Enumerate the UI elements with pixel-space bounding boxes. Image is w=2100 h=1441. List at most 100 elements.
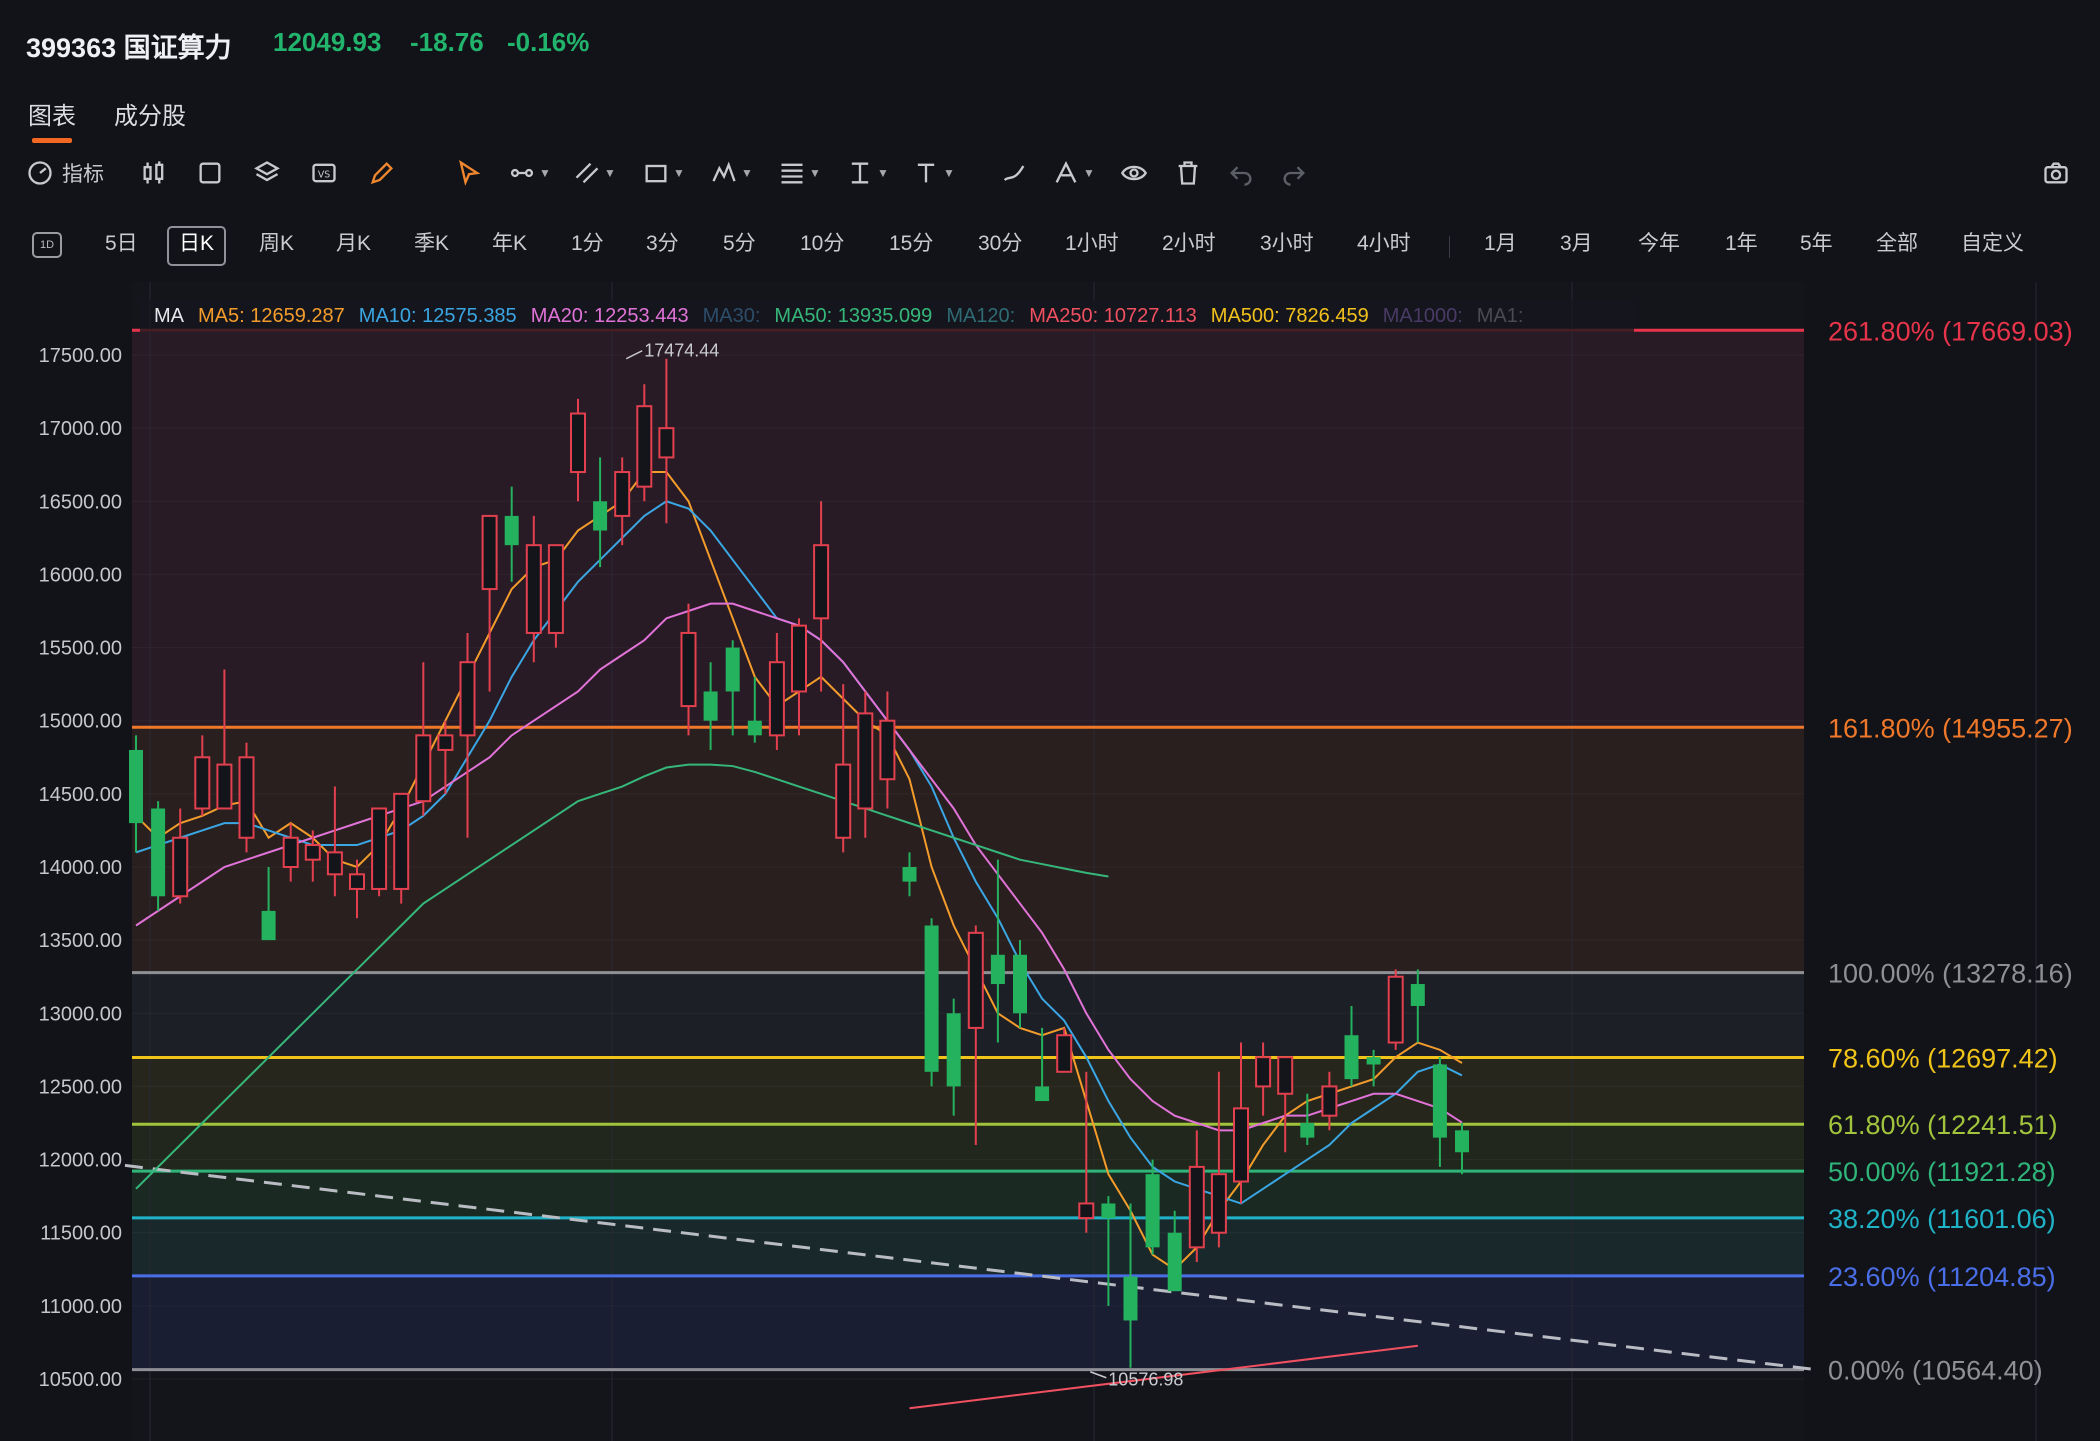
candle-body bbox=[813, 544, 830, 620]
candle-body bbox=[1344, 1035, 1359, 1080]
indicator-label: 指标 bbox=[62, 163, 104, 186]
candle-body bbox=[547, 544, 564, 634]
ticker-change: -18.76 bbox=[410, 27, 484, 57]
candle-body bbox=[1101, 1203, 1116, 1219]
candle-body bbox=[658, 427, 675, 459]
period-5d[interactable]: 5日 bbox=[95, 226, 148, 262]
ma-legend-item[interactable]: MA500: 7826.459 bbox=[1211, 305, 1369, 328]
period-monthly[interactable]: 月K bbox=[326, 226, 381, 262]
y-tick-label: 13000.00 bbox=[39, 1003, 122, 1025]
delete-button[interactable] bbox=[1174, 158, 1202, 188]
price-chart[interactable]: 261.80% (17669.03) 161.80% (14955.27) 100.… bbox=[0, 282, 2100, 1441]
low-annotation: 10576.98 bbox=[1108, 1370, 1183, 1390]
period-range-custom[interactable]: 自定义 bbox=[1951, 226, 2034, 262]
period-daily[interactable]: 日K bbox=[167, 226, 227, 266]
y-tick-label: 10500.00 bbox=[39, 1369, 122, 1391]
line-tool-icon bbox=[510, 168, 534, 178]
cursor-button[interactable] bbox=[455, 158, 483, 188]
ma-legend-item[interactable]: MA30: bbox=[703, 305, 761, 328]
tab-constituents[interactable]: 成分股 bbox=[114, 96, 186, 131]
compare-button[interactable]: VS bbox=[310, 158, 338, 188]
indicator-button[interactable]: 指标 bbox=[26, 158, 104, 188]
period-settings-icon[interactable]: 1D bbox=[32, 232, 62, 258]
period-10min[interactable]: 10分 bbox=[790, 226, 854, 262]
layers-button[interactable] bbox=[253, 158, 281, 188]
period-quarterly[interactable]: 季K bbox=[404, 226, 459, 262]
ma-legend-item[interactable]: MA250: 10727.113 bbox=[1029, 305, 1197, 328]
candle bbox=[151, 801, 166, 911]
candle-body bbox=[857, 712, 874, 810]
period-range-5y[interactable]: 5年 bbox=[1790, 226, 1843, 262]
shape-button[interactable]: ▼ bbox=[642, 158, 685, 188]
tab-chart[interactable]: 图表 bbox=[28, 96, 76, 143]
visibility-button[interactable] bbox=[1120, 158, 1148, 188]
candle-body bbox=[1210, 1173, 1227, 1234]
period-range-1y[interactable]: 1年 bbox=[1715, 226, 1768, 262]
channel-icon bbox=[575, 162, 599, 184]
candle-body bbox=[393, 792, 410, 890]
candle-body bbox=[437, 734, 454, 751]
period-30min[interactable]: 30分 bbox=[968, 226, 1032, 262]
period-3min[interactable]: 3分 bbox=[636, 226, 689, 262]
candle-body bbox=[151, 808, 166, 897]
period-3hour[interactable]: 3小时 bbox=[1250, 226, 1324, 262]
candle-type-button[interactable] bbox=[140, 158, 168, 188]
ma-legend: MA MA5: 12659.287 MA10: 12575.385 MA20: 122… bbox=[140, 300, 1634, 332]
candle-body bbox=[525, 544, 542, 634]
ma-legend-item[interactable]: MA20: 12253.443 bbox=[531, 305, 689, 328]
fib-button[interactable]: ▼ bbox=[778, 158, 821, 188]
measure-button[interactable]: ▼ bbox=[846, 158, 889, 188]
period-range-3m[interactable]: 3月 bbox=[1550, 226, 1603, 262]
candle-body bbox=[1432, 1064, 1447, 1138]
svg-text:VS: VS bbox=[318, 170, 330, 181]
period-bar: 1D 5日 日K 周K 月K 季K 年K 1分 3分 5分 10分 15分 30… bbox=[0, 222, 2100, 272]
brush-icon bbox=[1003, 165, 1025, 181]
candle bbox=[1056, 1027, 1073, 1073]
period-weekly[interactable]: 周K bbox=[249, 226, 304, 262]
ma-legend-item[interactable]: MA1: bbox=[1477, 305, 1524, 328]
period-4hour[interactable]: 4小时 bbox=[1347, 226, 1421, 262]
period-5min[interactable]: 5分 bbox=[713, 226, 766, 262]
period-range-1m[interactable]: 1月 bbox=[1474, 226, 1527, 262]
annotation-button[interactable]: ▼ bbox=[1052, 158, 1095, 188]
candle-body bbox=[747, 720, 762, 736]
candle-body bbox=[990, 954, 1005, 985]
period-2hour[interactable]: 2小时 bbox=[1152, 226, 1226, 262]
text-icon bbox=[917, 163, 935, 183]
undo-button[interactable] bbox=[1227, 158, 1255, 188]
period-15min[interactable]: 15分 bbox=[879, 226, 943, 262]
square-button[interactable] bbox=[196, 158, 224, 188]
line-tool-button[interactable]: ▼ bbox=[508, 158, 551, 188]
ma-legend-item[interactable]: MA bbox=[154, 305, 184, 328]
pencil-button[interactable] bbox=[368, 158, 396, 188]
channel-button[interactable]: ▼ bbox=[573, 158, 616, 188]
candle-body bbox=[172, 836, 189, 898]
candle-body bbox=[680, 631, 697, 708]
candle-body bbox=[768, 661, 785, 737]
ma-legend-item[interactable]: MA5: 12659.287 bbox=[198, 305, 345, 328]
brush-button[interactable] bbox=[1000, 158, 1028, 188]
pattern-button[interactable]: ▼ bbox=[710, 158, 753, 188]
compare-icon: VS bbox=[312, 163, 336, 183]
y-tick-label: 12000.00 bbox=[39, 1150, 122, 1172]
pencil-icon bbox=[370, 162, 393, 185]
eye-icon bbox=[1120, 165, 1148, 181]
y-tick-label: 11500.00 bbox=[40, 1223, 122, 1245]
period-divider bbox=[1449, 236, 1450, 258]
period-yearly[interactable]: 年K bbox=[482, 226, 537, 262]
ma-legend-item[interactable]: MA10: 12575.385 bbox=[359, 305, 517, 328]
period-range-all[interactable]: 全部 bbox=[1866, 226, 1928, 262]
redo-button[interactable] bbox=[1280, 158, 1308, 188]
ma-legend-item[interactable]: MA50: 13935.099 bbox=[774, 305, 932, 328]
period-1min[interactable]: 1分 bbox=[561, 226, 614, 262]
y-tick-label: 12500.00 bbox=[39, 1076, 122, 1098]
candle-body bbox=[1387, 975, 1404, 1044]
y-tick-label: 15000.00 bbox=[39, 711, 122, 733]
chart-canvas[interactable]: 261.80% (17669.03) 161.80% (14955.27) 100.… bbox=[0, 282, 2100, 1441]
period-range-ytd[interactable]: 今年 bbox=[1628, 226, 1690, 262]
period-1hour[interactable]: 1小时 bbox=[1055, 226, 1129, 262]
ma-legend-item[interactable]: MA120: bbox=[946, 305, 1015, 328]
ma-legend-item[interactable]: MA1000: bbox=[1383, 305, 1463, 328]
text-button[interactable]: ▼ bbox=[912, 158, 955, 188]
screenshot-button[interactable] bbox=[2042, 158, 2070, 188]
